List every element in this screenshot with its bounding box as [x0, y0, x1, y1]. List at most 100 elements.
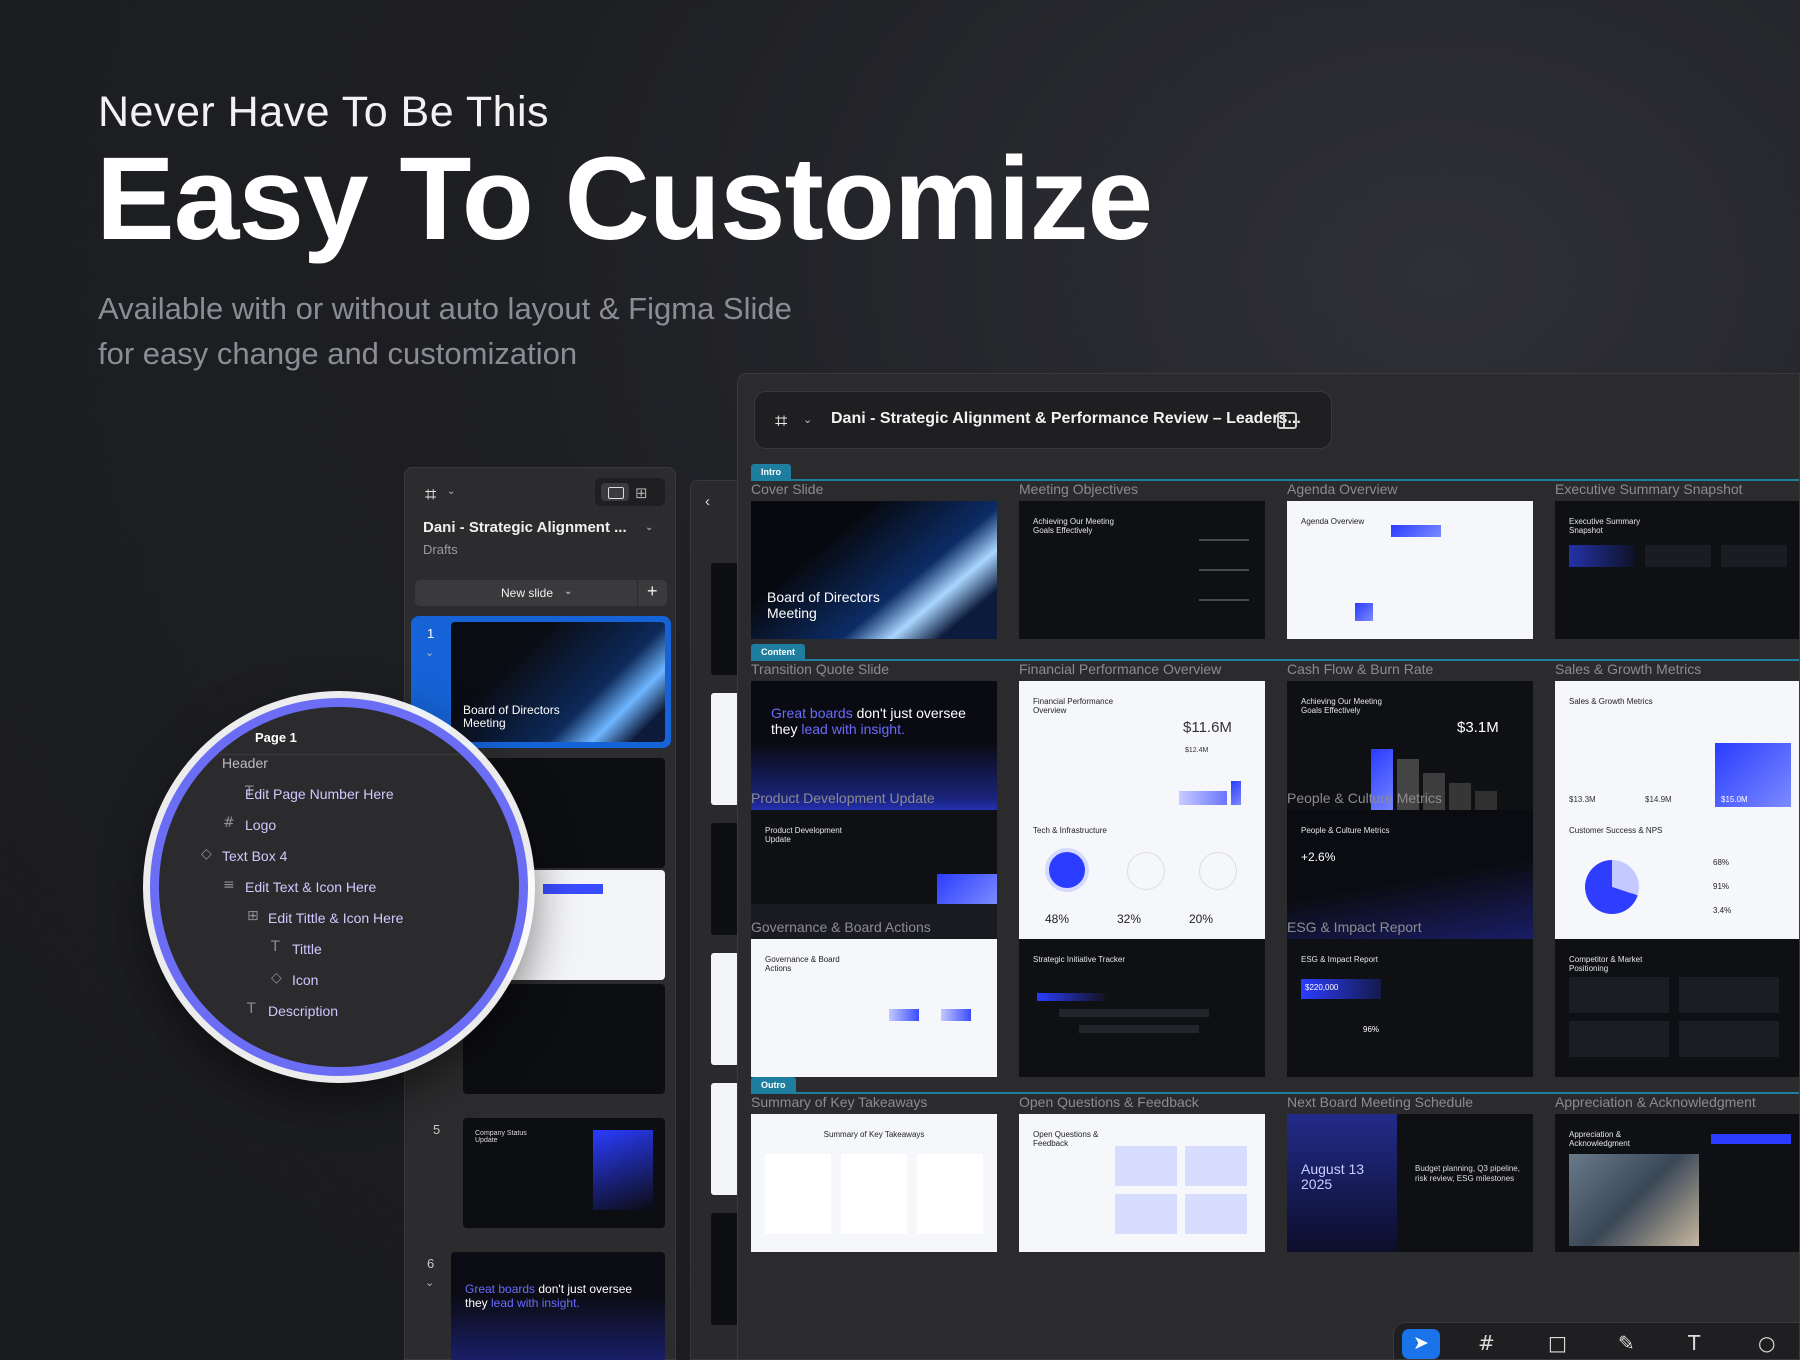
chevron-down-icon[interactable]: ⌄ [564, 586, 572, 597]
slide-thumbnail[interactable]: Company Status Update [463, 1118, 665, 1228]
agenda-bar [1391, 525, 1441, 537]
layer-description[interactable]: Description [268, 1003, 338, 1019]
chevron-left-icon[interactable]: ‹ [705, 493, 710, 510]
metric-value: 20% [1189, 912, 1214, 926]
slide-thumbnail[interactable] [711, 823, 739, 935]
grid-view-icon[interactable]: ⊞ [635, 484, 648, 502]
figma-logo-icon[interactable]: ⌗ [775, 409, 787, 434]
slide-thumbnail[interactable] [711, 693, 739, 805]
slide-thumb-cover[interactable]: Board of Directors Meeting [751, 501, 997, 639]
file-title[interactable]: Dani - Strategic Alignment & Performance… [831, 410, 1301, 428]
slide-label: Agenda Overview [1287, 481, 1398, 497]
slide-title: Competitor & Market Positioning [1569, 955, 1643, 974]
slide-thumbnail[interactable] [711, 563, 739, 675]
card [1115, 1194, 1177, 1234]
slide-thumb-tech[interactable]: Tech & Infrastructure 48% 32% 20% [1019, 810, 1265, 948]
slide-thumbnail[interactable] [711, 1083, 739, 1195]
hero-title: Easy To Customize [96, 133, 1153, 265]
pen-tool-icon[interactable]: ✎ [1618, 1331, 1635, 1355]
layer-text-icon[interactable]: Edit Text & Icon Here [245, 879, 376, 895]
layer-icon[interactable]: Icon [292, 972, 318, 988]
slide-label: Cover Slide [751, 481, 824, 497]
slide-thumb-financial[interactable]: Financial Performance Overview $11.6M $1… [1019, 681, 1265, 819]
slide-thumb-governance[interactable]: Governance & Board Actions [751, 939, 997, 1077]
card [1115, 1146, 1177, 1186]
slide-thumb-customer[interactable]: Customer Success & NPS 68% 91% 3.4% [1555, 810, 1799, 948]
slide-title: Achieving Our Meeting Goals Effectively [1033, 517, 1114, 536]
quote-text: Great boards don't just oversee they lea… [465, 1282, 645, 1311]
new-slide-button[interactable]: New slide ⌄ + [415, 580, 667, 606]
slide-thumbnail[interactable] [711, 1213, 739, 1325]
frame-tool-icon[interactable]: # [1478, 1331, 1495, 1355]
slide-thumb-initiative[interactable]: Strategic Initiative Tracker [1019, 939, 1265, 1077]
card [917, 1154, 983, 1234]
metric-value: $11.6M [1183, 719, 1232, 736]
slide-thumb-agenda[interactable]: Agenda Overview [1287, 501, 1533, 639]
sidebar-slide-5[interactable]: 5 Company Status Update [411, 1112, 671, 1244]
sidebar-toggle-icon[interactable] [1277, 412, 1297, 429]
text-tool-icon[interactable]: T [1688, 1331, 1700, 1355]
text-line [1199, 539, 1249, 541]
slide-thumbnail[interactable] [463, 984, 665, 1094]
chevron-down-icon[interactable]: ⌄ [425, 1276, 434, 1289]
chevron-down-icon[interactable]: ⌄ [425, 646, 434, 659]
slide-thumb-objectives[interactable]: Achieving Our Meeting Goals Effectively [1019, 501, 1265, 639]
layer-logo[interactable]: Logo [245, 817, 276, 833]
layer-page-number[interactable]: Edit Page Number Here [245, 786, 394, 802]
text-layer-icon: T [271, 939, 280, 955]
sidebar-slide-6[interactable]: 6 ⌄ Great boards don't just oversee they… [411, 1246, 671, 1360]
slide-title: Tech & Infrastructure [1033, 826, 1107, 835]
quote-text: Great boards don't just oversee they lea… [771, 705, 981, 737]
layer-text-box[interactable]: Text Box 4 [222, 848, 287, 864]
slide-thumb-summary[interactable]: Summary of Key Takeaways [751, 1114, 997, 1252]
file-title[interactable]: Dani - Strategic Alignment ... [423, 519, 627, 536]
move-tool-button[interactable]: ➤ [1402, 1329, 1440, 1359]
file-location[interactable]: Drafts [423, 542, 458, 557]
slide-thumb-exec[interactable]: Executive Summary Snapshot [1555, 501, 1799, 639]
frame-layer-icon: # [223, 815, 235, 831]
card [1679, 1021, 1779, 1057]
layers-header [159, 707, 519, 755]
metric-value: $15.0M [1721, 795, 1748, 804]
slide-thumb-questions[interactable]: Open Questions & Feedback [1019, 1114, 1265, 1252]
slide-title: Company Status Update [475, 1130, 527, 1144]
chevron-down-icon[interactable]: ⌄ [803, 413, 812, 426]
slide-thumbnail[interactable] [711, 953, 739, 1065]
slide-thumb-next-meeting[interactable]: August 13 2025 Budget planning, Q3 pipel… [1287, 1114, 1533, 1252]
slide-thumb-appreciation[interactable]: Appreciation & Acknowledgment [1555, 1114, 1799, 1252]
hero-eyebrow: Never Have To Be This [98, 88, 550, 136]
comment-tool-icon[interactable]: ○ [1758, 1331, 1775, 1355]
view-toggle[interactable]: ⊞ [595, 478, 665, 506]
slide-title: Summary of Key Takeaways [823, 1130, 925, 1139]
metric-card [1645, 545, 1711, 567]
auto-layout-icon: ≡ [223, 877, 235, 893]
secondary-slides-panel: ‹ [690, 480, 740, 1360]
single-view-icon[interactable] [601, 483, 629, 501]
page-title[interactable]: Page 1 [255, 730, 297, 745]
figma-logo-icon[interactable]: ⌗ [425, 482, 436, 506]
metric-card [1569, 545, 1635, 567]
slide-thumb-competitor[interactable]: Competitor & Market Positioning [1555, 939, 1799, 1077]
section-badge-outro[interactable]: Outro [751, 1077, 796, 1093]
shape-tool-icon[interactable]: □ [1548, 1331, 1567, 1355]
chevron-down-icon[interactable]: ⌄ [645, 522, 653, 533]
metric-value: +2.6% [1301, 850, 1336, 864]
slide-label: Executive Summary Snapshot [1555, 481, 1743, 497]
auto-layout-horizontal-icon: ⊞ [247, 908, 259, 924]
layer-header[interactable]: Header [222, 755, 268, 771]
slide-thumb-sales[interactable]: Sales & Growth Metrics $13.3M $14.9M $15… [1555, 681, 1799, 819]
section-badge-content[interactable]: Content [751, 644, 805, 660]
layer-title[interactable]: Tittle [292, 941, 322, 957]
card [765, 1154, 831, 1234]
section-badge-intro[interactable]: Intro [751, 464, 791, 480]
layer-title-icon[interactable]: Edit Tittle & Icon Here [268, 910, 403, 926]
plus-icon[interactable]: + [647, 581, 658, 602]
hero-subtitle-line1: Available with or without auto layout & … [98, 291, 792, 326]
slide-label: Open Questions & Feedback [1019, 1094, 1199, 1110]
slide-thumbnail[interactable]: Great boards don't just oversee they lea… [451, 1252, 665, 1360]
slide-title: Agenda Overview [1301, 517, 1365, 526]
progress-block [937, 874, 997, 904]
chevron-down-icon[interactable]: ⌄ [447, 486, 455, 497]
slide-thumb-esg[interactable]: ESG & Impact Report $220,000 96% [1287, 939, 1533, 1077]
bar-group [1179, 791, 1227, 805]
